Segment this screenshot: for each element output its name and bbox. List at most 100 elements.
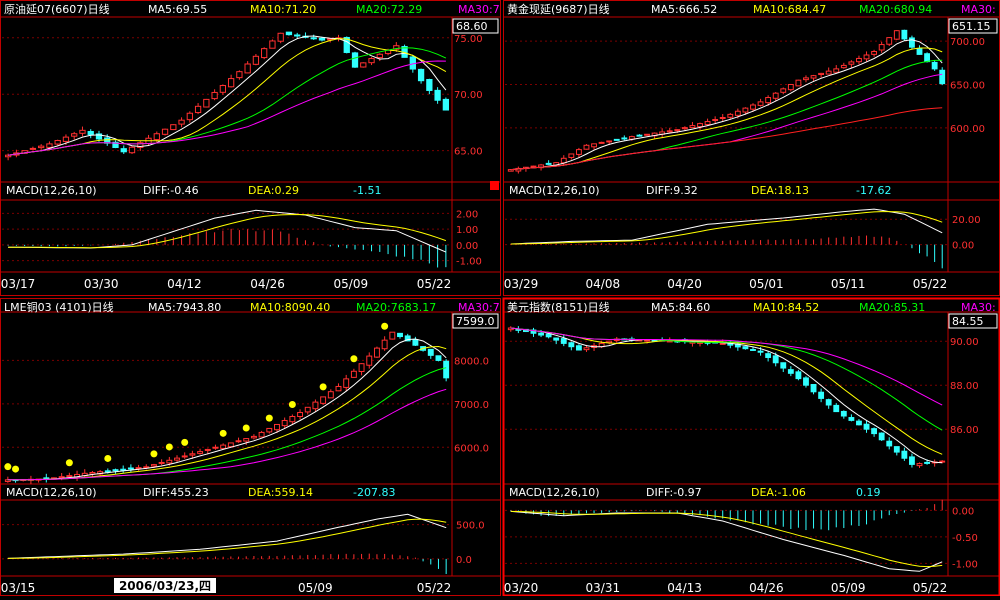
candle-body bbox=[560, 157, 567, 164]
candle-body bbox=[112, 469, 119, 472]
candle-body bbox=[856, 420, 862, 426]
signal-dot bbox=[381, 322, 389, 330]
candle-body bbox=[833, 404, 840, 413]
ma-label: MA5:7943.80 bbox=[148, 301, 221, 314]
dea-label: DEA:18.13 bbox=[751, 184, 809, 197]
macd-tick-label: -1.00 bbox=[456, 257, 482, 268]
date-tick-label: 05/01 bbox=[749, 277, 784, 291]
candle-body bbox=[893, 30, 900, 40]
candle-body bbox=[810, 384, 817, 393]
candle-body bbox=[803, 377, 809, 386]
ma-line-10 bbox=[510, 327, 943, 455]
price-tick-label: 90.00 bbox=[950, 337, 979, 348]
candle-body bbox=[704, 121, 711, 126]
candle-body bbox=[166, 459, 173, 464]
ma-line-5 bbox=[510, 327, 943, 464]
candle-body bbox=[530, 165, 537, 168]
candle-body bbox=[825, 399, 832, 406]
candle-body bbox=[181, 455, 188, 458]
candle-body bbox=[939, 69, 946, 85]
candle-body bbox=[878, 44, 885, 51]
macd-label: MACD(12,26,10) bbox=[509, 486, 600, 499]
dea-line bbox=[510, 211, 943, 245]
candle-body bbox=[66, 475, 73, 478]
chart-panel-0: 原油延07(6607)日线 MA5:69.55 MA10:71.20 MA20:72.… bbox=[0, 0, 501, 296]
cursor-date-text: 2006/03/23,四 bbox=[118, 579, 212, 593]
date-tick-label: 04/20 bbox=[667, 277, 702, 291]
candle-body bbox=[219, 85, 227, 93]
date-tick-label: 03/31 bbox=[586, 581, 621, 595]
candle-body bbox=[613, 138, 620, 141]
chart-title: 美元指数(8151)日线 bbox=[507, 300, 610, 314]
candle-body bbox=[335, 385, 342, 392]
signal-dot bbox=[65, 459, 73, 467]
candle-body bbox=[54, 140, 61, 145]
candle-body bbox=[120, 148, 127, 153]
signal-dot bbox=[4, 463, 12, 471]
candle-body bbox=[568, 153, 575, 158]
candle-body bbox=[719, 342, 726, 345]
candle-body bbox=[840, 410, 847, 417]
candle-body bbox=[871, 51, 878, 55]
candle-body bbox=[840, 64, 847, 69]
macd-value: -1.51 bbox=[353, 184, 381, 197]
candle-body bbox=[161, 128, 169, 135]
candle-body bbox=[560, 338, 567, 344]
candle-body bbox=[742, 346, 749, 350]
candle-body bbox=[281, 419, 288, 427]
date-tick-label: 05/09 bbox=[298, 581, 333, 595]
candle-body bbox=[833, 68, 840, 73]
candle-body bbox=[803, 77, 809, 81]
candle-body bbox=[227, 442, 234, 448]
candle-body bbox=[409, 56, 416, 70]
price-tick-label: 6000.0 bbox=[454, 443, 489, 454]
candle-body bbox=[351, 52, 359, 68]
macd-value: 0.19 bbox=[856, 486, 881, 499]
candle-body bbox=[644, 339, 650, 342]
candle-body bbox=[277, 32, 284, 42]
candle-body bbox=[194, 105, 202, 114]
candle-body bbox=[636, 134, 643, 137]
ma-label: MA20:85.31 bbox=[859, 301, 925, 314]
diff-label: DIFF:9.32 bbox=[646, 184, 698, 197]
candle-body bbox=[435, 355, 442, 361]
ma-label: MA10:84.52 bbox=[753, 301, 819, 314]
price-tick-label: 700.00 bbox=[950, 37, 985, 48]
macd-tick-label: -1.00 bbox=[952, 559, 978, 570]
candle-body bbox=[327, 391, 334, 399]
dea-line bbox=[8, 213, 447, 249]
ma-line-30 bbox=[8, 60, 446, 156]
date-tick-label: 05/22 bbox=[417, 581, 452, 595]
candle-body bbox=[772, 92, 779, 99]
candle-body bbox=[127, 467, 134, 470]
candle-body bbox=[79, 129, 86, 134]
candle-body bbox=[545, 333, 552, 338]
candle-body bbox=[909, 456, 915, 465]
candle-body bbox=[583, 347, 590, 351]
price-tick-label: 8000.0 bbox=[454, 356, 489, 367]
candle-body bbox=[350, 370, 357, 378]
diff-line bbox=[510, 208, 943, 245]
signal-dot bbox=[350, 355, 358, 363]
panel-frame bbox=[0, 0, 501, 296]
macd-value: -17.62 bbox=[856, 184, 891, 197]
candle-body bbox=[244, 63, 251, 74]
cursor-date-box: 2006/03/23,四 bbox=[113, 577, 217, 594]
candle-body bbox=[795, 371, 802, 380]
dea-line bbox=[510, 510, 943, 568]
candle-body bbox=[412, 339, 419, 346]
candle-body bbox=[538, 332, 544, 336]
date-tick-label: 05/22 bbox=[913, 581, 948, 595]
candle-body bbox=[294, 34, 301, 37]
date-tick-label: 03/17 bbox=[1, 277, 36, 291]
candle-body bbox=[186, 112, 193, 121]
ma-label: MA5:666.52 bbox=[651, 3, 717, 16]
diff-line bbox=[510, 510, 943, 572]
candle-body bbox=[924, 53, 930, 63]
candle-body bbox=[312, 401, 319, 410]
last-price-text: 7599.0 bbox=[456, 315, 495, 328]
candle-body bbox=[203, 98, 210, 108]
candle-body bbox=[757, 101, 764, 106]
candle-body bbox=[848, 61, 855, 65]
date-tick-label: 05/09 bbox=[334, 277, 369, 291]
